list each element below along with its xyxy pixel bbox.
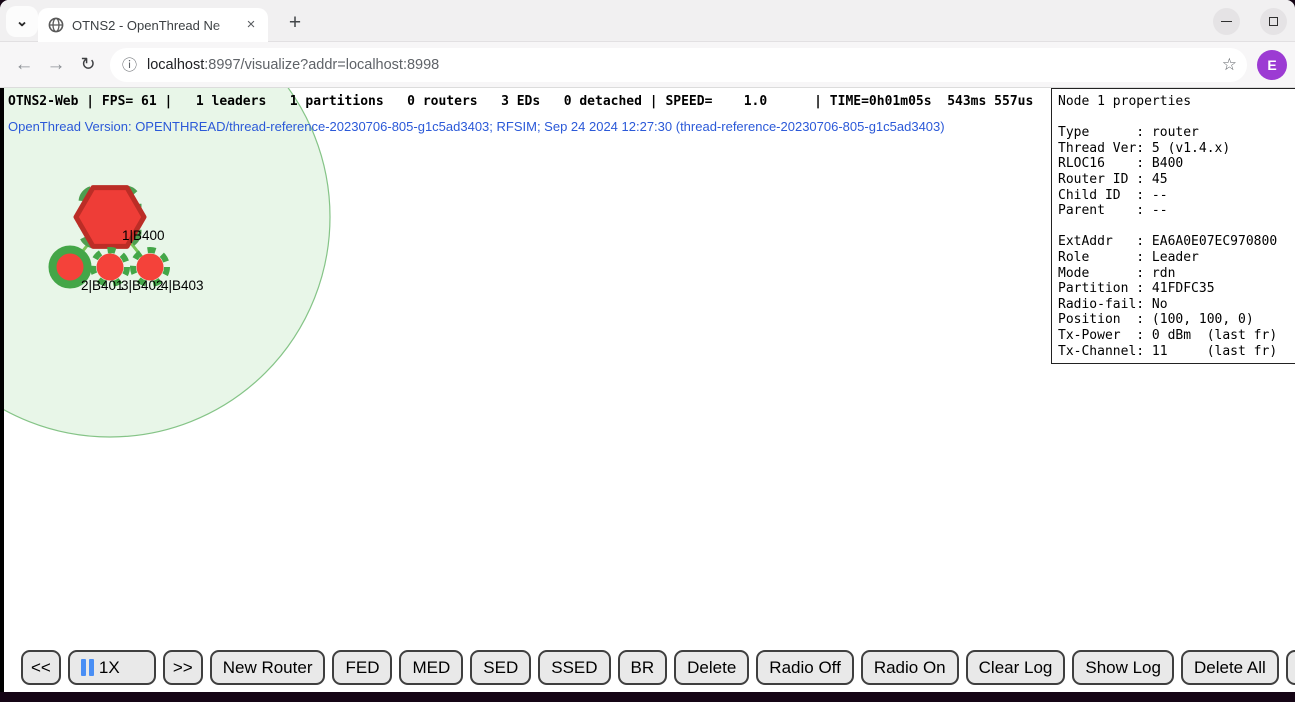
- tab-title-fade: [214, 16, 240, 36]
- minimize-button[interactable]: [1213, 8, 1240, 35]
- radio-on-button[interactable]: Radio On: [861, 650, 959, 685]
- minimize-icon: [1221, 21, 1232, 23]
- forward-button[interactable]: →: [40, 49, 72, 81]
- status-bar: OTNS2-Web | FPS= 61 | 1 leaders 1 partit…: [8, 94, 1033, 109]
- back-button[interactable]: ←: [8, 49, 40, 81]
- bookmark-star-icon[interactable]: ☆: [1222, 55, 1237, 75]
- url-path: :8997/visualize?addr=localhost:8998: [204, 57, 439, 73]
- node-3-label: 3|B402: [121, 278, 164, 293]
- sed-button[interactable]: SED: [470, 650, 531, 685]
- new-tab-button[interactable]: +: [280, 8, 310, 38]
- med-button[interactable]: MED: [399, 650, 463, 685]
- delete-button[interactable]: Delete: [674, 650, 749, 685]
- pause-speed-button[interactable]: 1X: [68, 650, 156, 685]
- tab-strip: ⌄ OTNS2 - OpenThread Ne × +: [0, 0, 1295, 42]
- maximize-icon: [1269, 17, 1278, 26]
- browser-toolbar: ← → ↻ ⓘ localhost:8997/visualize?addr=lo…: [0, 42, 1295, 88]
- node-2-label: 2|B401: [81, 278, 124, 293]
- node-4-label: 4|B403: [161, 278, 204, 293]
- address-bar[interactable]: ⓘ localhost:8997/visualize?addr=localhos…: [110, 48, 1247, 82]
- ssed-button[interactable]: SSED: [538, 650, 610, 685]
- tab-title: OTNS2 - OpenThread Ne: [72, 18, 230, 33]
- node-2-body: [57, 254, 84, 281]
- browser-window: ⌄ OTNS2 - OpenThread Ne × + ← → ↻ ⓘ loca…: [0, 0, 1295, 692]
- fed-button[interactable]: FED: [332, 650, 392, 685]
- speed-up-button[interactable]: >>: [163, 650, 203, 685]
- new-router-button[interactable]: New Router: [210, 650, 326, 685]
- pause-icon: [81, 659, 94, 676]
- tab-close-icon[interactable]: ×: [242, 16, 260, 34]
- node-3-body: [97, 254, 124, 281]
- radio-off-button[interactable]: Radio Off: [756, 650, 854, 685]
- node-1-label: 1|B400: [122, 228, 165, 243]
- speed-down-button[interactable]: <<: [21, 650, 61, 685]
- profile-avatar[interactable]: E: [1257, 50, 1287, 80]
- action-bar: << 1X >> New Router FED MED SED SSED BR …: [21, 650, 1295, 685]
- browser-tab[interactable]: OTNS2 - OpenThread Ne ×: [38, 8, 268, 42]
- tab-search-button[interactable]: ⌄: [6, 6, 38, 37]
- node-4-body: [137, 254, 164, 281]
- speed-label: 1X: [99, 658, 120, 678]
- site-info-icon[interactable]: ⓘ: [122, 54, 137, 75]
- energy-stats-button[interactable]: Energy-stats ↗: [1286, 650, 1295, 685]
- openthread-version-text: OpenThread Version: OPENTHREAD/thread-re…: [8, 119, 945, 134]
- url-text: localhost:8997/visualize?addr=localhost:…: [147, 57, 439, 73]
- window-controls: [1213, 8, 1287, 35]
- reload-button[interactable]: ↻: [72, 49, 104, 81]
- globe-favicon-icon: [48, 17, 64, 33]
- show-log-button[interactable]: Show Log: [1072, 650, 1174, 685]
- delete-all-button[interactable]: Delete All: [1181, 650, 1279, 685]
- node-properties-panel: Node 1 properties Type : router Thread V…: [1051, 88, 1295, 364]
- maximize-button[interactable]: [1260, 8, 1287, 35]
- url-host: localhost: [147, 57, 204, 73]
- clear-log-button[interactable]: Clear Log: [966, 650, 1066, 685]
- br-button[interactable]: BR: [618, 650, 668, 685]
- simulator-canvas: 1|B400 2|B401 3|B402 4|B403 OTNS2-Web | …: [0, 88, 1295, 692]
